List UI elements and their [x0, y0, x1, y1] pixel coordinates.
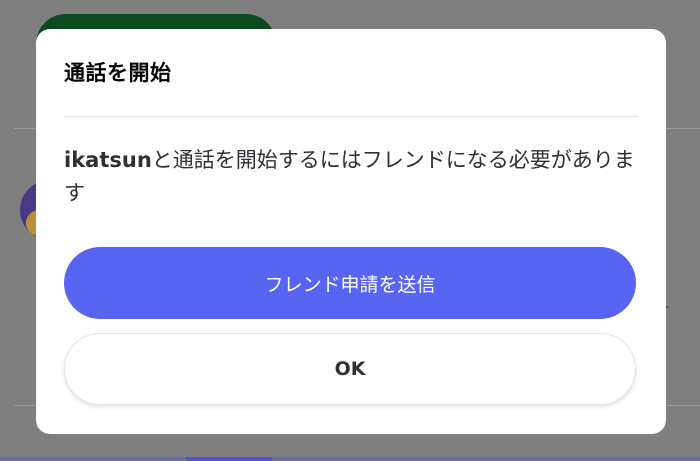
dialog-divider: [64, 116, 638, 117]
call-dialog: 通話を開始 ikatsunと通話を開始するにはフレンドになる必要があります フレ…: [36, 29, 666, 434]
background-bottom-bar: [0, 457, 700, 461]
username: ikatsun: [64, 148, 152, 172]
send-friend-request-button[interactable]: フレンド申請を送信: [64, 247, 636, 319]
dialog-title: 通話を開始: [64, 61, 172, 85]
background-bottom-tab: [186, 457, 272, 461]
dialog-message: ikatsunと通話を開始するにはフレンドになる必要があります: [64, 144, 644, 210]
ok-button[interactable]: OK: [64, 333, 636, 405]
